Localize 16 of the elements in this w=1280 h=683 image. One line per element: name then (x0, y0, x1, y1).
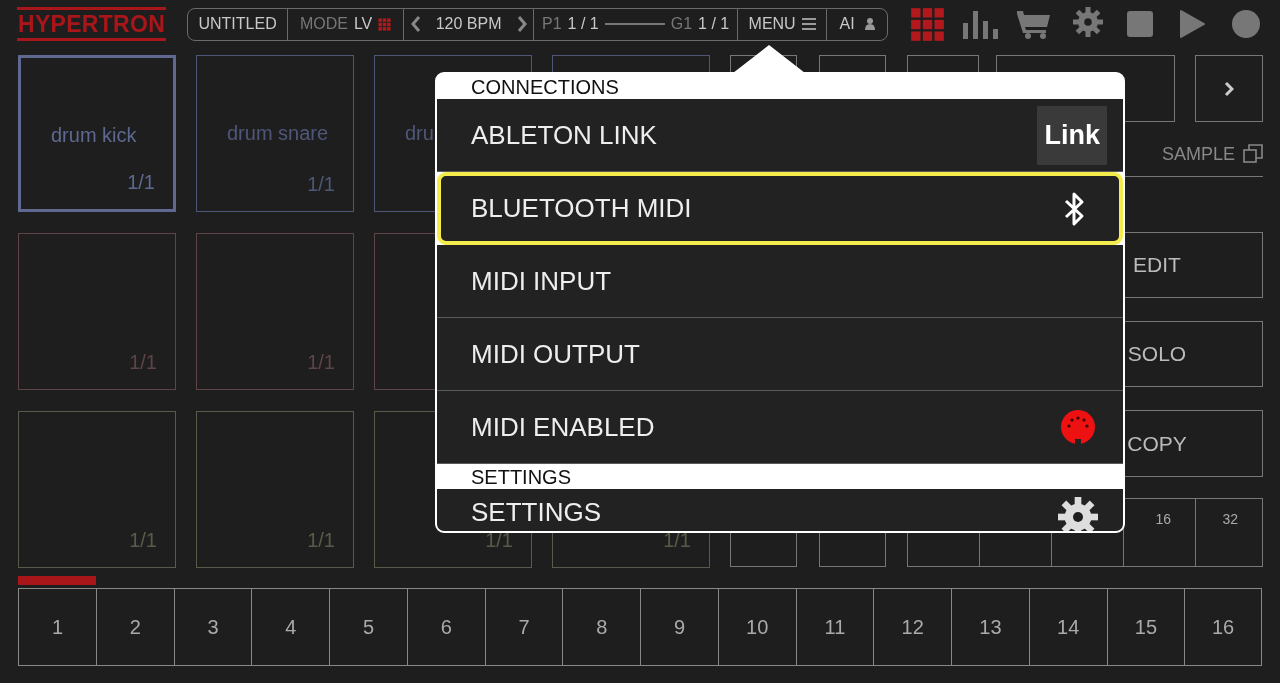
app-logo: HYPERTRON (17, 7, 167, 41)
pad-count: 1/1 (307, 529, 335, 552)
pad-count: 1/1 (307, 351, 335, 374)
pad-label: dru (405, 122, 434, 145)
group-label: G1 (670, 15, 693, 33)
pattern-label: P1 (542, 15, 562, 33)
pad-count: 1/1 (129, 351, 157, 374)
link-badge: Link (1037, 105, 1107, 165)
pad-label: drum snare (227, 122, 329, 145)
pad-label: drum kick (51, 124, 137, 147)
pad-count: 1/1 (663, 529, 691, 552)
pad-count: 1/1 (127, 171, 155, 194)
pad-count: 1/1 (485, 529, 513, 552)
pad-count: 1/1 (129, 529, 157, 552)
pad-count: 1/1 (307, 173, 335, 196)
mode-label: MODE (299, 15, 348, 33)
